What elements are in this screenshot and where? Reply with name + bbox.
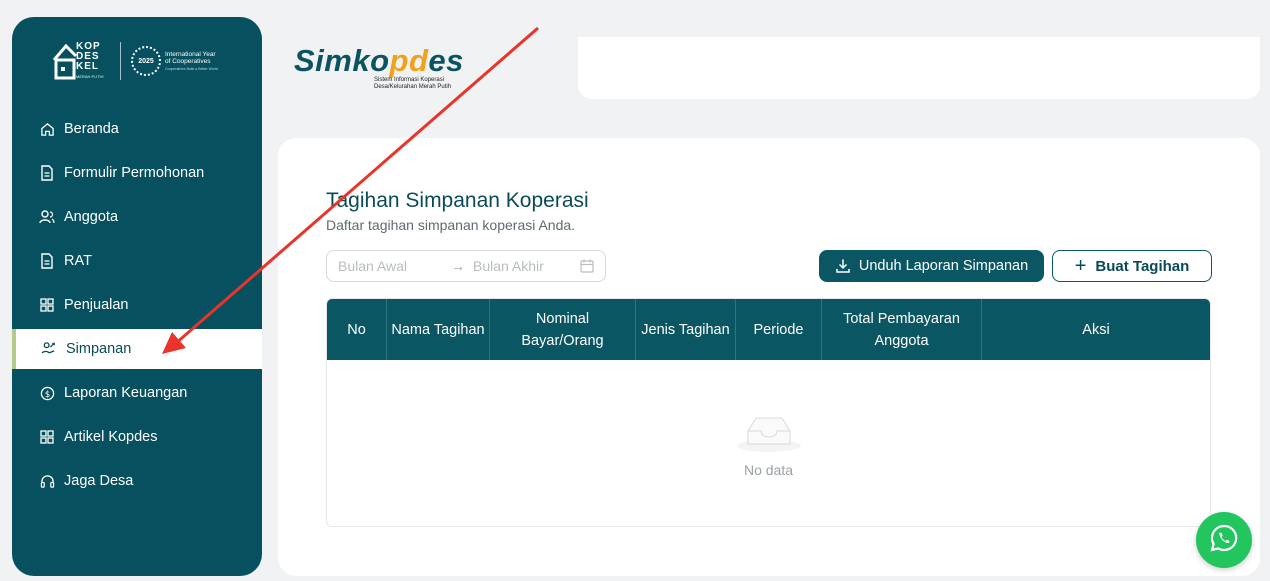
sidebar-item-jaga-desa[interactable]: Jaga Desa: [12, 461, 262, 501]
home-icon: [39, 121, 55, 137]
bills-table: No Nama Tagihan Nominal Bayar/Orang Jeni…: [326, 298, 1211, 527]
create-bill-button[interactable]: + Buat Tagihan: [1052, 250, 1212, 282]
iyc-title-1: International Year: [165, 51, 216, 58]
sidebar-item-beranda[interactable]: Beranda: [12, 109, 262, 149]
sidebar-item-label: Beranda: [64, 121, 119, 137]
document-icon: [39, 165, 55, 181]
sidebar-item-label: Jaga Desa: [64, 473, 134, 489]
header-bar: [578, 37, 1260, 99]
sidebar-logo: KOP DES KEL MERAH PUTIH 2025 Internation…: [52, 39, 232, 83]
sidebar-item-artikel-kopdes[interactable]: Artikel Kopdes: [12, 417, 262, 457]
page-subtitle: Daftar tagihan simpanan koperasi Anda.: [326, 217, 576, 233]
logo-divider: [120, 42, 121, 80]
brand-tagline: Sistem Informasi Koperasi Desa/Kelurahan…: [374, 77, 452, 90]
month-range-picker[interactable]: Bulan Awal → Bulan Akhir: [326, 250, 606, 282]
iyc-title-2: of Cooperatives: [165, 58, 211, 65]
sidebar-item-label: Anggota: [64, 209, 119, 225]
sidebar-item-rat[interactable]: RAT: [12, 241, 262, 281]
sidebar-item-simpanan[interactable]: Simpanan: [12, 329, 262, 369]
sidebar-nav: Beranda Formulir Permohonan Anggota RAT …: [12, 109, 262, 505]
download-report-button[interactable]: Unduh Laporan Simpanan: [819, 250, 1044, 282]
column-header-nama-tagihan[interactable]: Nama Tagihan: [387, 299, 490, 360]
whatsapp-button[interactable]: [1196, 512, 1252, 568]
dollar-circle-icon: $: [39, 385, 55, 401]
sidebar-item-label: RAT: [64, 253, 92, 269]
sidebar-item-label: Simpanan: [66, 341, 132, 357]
column-header-nominal[interactable]: Nominal Bayar/Orang: [490, 299, 636, 360]
kopdeskel-logo: KOP DES KEL MERAH PUTIH: [52, 40, 110, 82]
document-icon: [39, 253, 55, 269]
arrow-right-icon: →: [451, 258, 465, 274]
date-to-input[interactable]: Bulan Akhir: [473, 258, 578, 274]
table-header: No Nama Tagihan Nominal Bayar/Orang Jeni…: [327, 299, 1210, 360]
users-icon: [39, 209, 55, 225]
sidebar: KOP DES KEL MERAH PUTIH 2025 Internation…: [12, 17, 262, 576]
grid-icon: [39, 429, 55, 445]
main-content-card: Tagihan Simpanan Koperasi Daftar tagihan…: [278, 138, 1260, 576]
grid-icon: [39, 297, 55, 313]
sidebar-item-label: Penjualan: [64, 297, 129, 313]
table-empty-state: No data: [327, 360, 1210, 526]
sidebar-item-label: Laporan Keuangan: [64, 385, 188, 401]
column-header-total-pembayaran[interactable]: Total Pembayaran Anggota: [822, 299, 982, 360]
savings-icon: [41, 341, 57, 357]
sidebar-item-label: Formulir Permohonan: [64, 165, 205, 181]
empty-text: No data: [743, 461, 794, 478]
svg-text:$: $: [44, 388, 49, 398]
column-header-periode[interactable]: Periode: [736, 299, 822, 360]
column-header-jenis-tagihan[interactable]: Jenis Tagihan: [636, 299, 736, 360]
headset-icon: [39, 473, 55, 489]
whatsapp-icon: [1208, 522, 1240, 559]
sidebar-item-formulir-permohonan[interactable]: Formulir Permohonan: [12, 153, 262, 193]
page-title: Tagihan Simpanan Koperasi: [326, 189, 589, 212]
create-bill-label: Buat Tagihan: [1095, 257, 1190, 275]
brand-name: Simkopdes: [294, 43, 464, 78]
iyc-logo: 2025 International Year of Cooperatives …: [131, 46, 218, 76]
plus-icon: +: [1074, 255, 1087, 277]
simkopdes-logo: Simkopdes Sistem Informasi Koperasi Desa…: [294, 44, 514, 100]
sidebar-item-anggota[interactable]: Anggota: [12, 197, 262, 237]
column-header-no[interactable]: No: [327, 299, 387, 360]
date-from-input[interactable]: Bulan Awal: [338, 258, 443, 274]
empty-inbox-icon: [736, 411, 801, 458]
sidebar-item-label: Artikel Kopdes: [64, 429, 158, 445]
download-icon: [835, 258, 851, 274]
column-header-aksi[interactable]: Aksi: [982, 299, 1210, 360]
iyc-slogan: Cooperatives Build a Better World: [165, 67, 218, 71]
iyc-badge: 2025: [131, 46, 161, 76]
sidebar-item-laporan-keuangan[interactable]: $ Laporan Keuangan: [12, 373, 262, 413]
sidebar-item-penjualan[interactable]: Penjualan: [12, 285, 262, 325]
download-report-label: Unduh Laporan Simpanan: [858, 258, 1029, 274]
calendar-icon: [580, 259, 594, 273]
